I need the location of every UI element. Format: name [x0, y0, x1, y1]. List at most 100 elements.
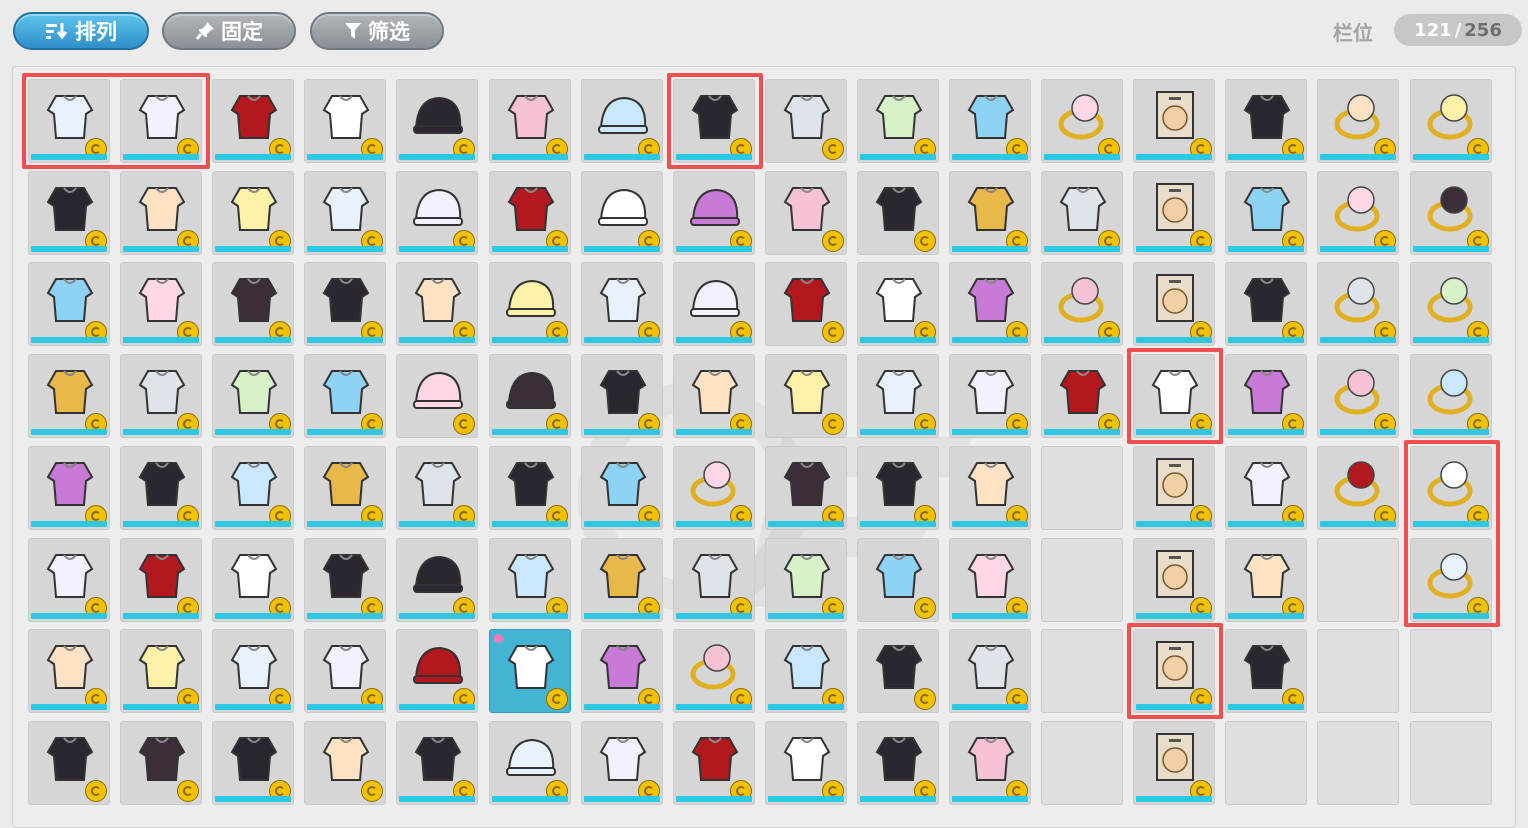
inventory-slot[interactable] [949, 170, 1031, 255]
inventory-slot[interactable] [580, 537, 663, 622]
inventory-slot[interactable] [1225, 354, 1308, 439]
inventory-slot[interactable] [672, 720, 755, 805]
inventory-slot[interactable] [1317, 445, 1400, 530]
inventory-slot[interactable] [28, 445, 110, 530]
inventory-slot[interactable] [120, 445, 203, 530]
inventory-slot[interactable] [28, 629, 110, 714]
inventory-slot[interactable] [1133, 170, 1216, 255]
inventory-slot[interactable] [1317, 354, 1400, 439]
inventory-slot[interactable] [856, 79, 939, 163]
inventory-slot[interactable] [1409, 445, 1492, 530]
pin-button[interactable]: 固定 [162, 12, 296, 50]
inventory-slot[interactable] [856, 720, 939, 805]
inventory-slot[interactable] [304, 537, 387, 622]
empty-slot[interactable] [1041, 537, 1124, 622]
inventory-slot[interactable] [1409, 262, 1492, 347]
inventory-slot[interactable] [304, 170, 387, 255]
inventory-slot[interactable] [672, 79, 755, 163]
inventory-slot[interactable] [672, 170, 755, 255]
inventory-slot[interactable] [764, 629, 847, 714]
inventory-slot[interactable] [1133, 629, 1216, 714]
inventory-slot[interactable] [672, 354, 755, 439]
inventory-slot[interactable] [764, 720, 847, 805]
inventory-slot[interactable] [1133, 720, 1216, 805]
inventory-slot[interactable] [1133, 79, 1216, 163]
inventory-slot[interactable] [304, 354, 387, 439]
inventory-slot[interactable] [764, 262, 847, 347]
inventory-slot[interactable] [580, 262, 663, 347]
inventory-slot[interactable] [1133, 354, 1216, 439]
inventory-slot[interactable] [396, 720, 479, 805]
empty-slot[interactable] [1317, 629, 1400, 714]
inventory-slot[interactable] [1409, 170, 1492, 255]
inventory-slot[interactable] [212, 445, 295, 530]
empty-slot[interactable] [1041, 720, 1124, 805]
empty-slot[interactable] [1409, 720, 1492, 805]
inventory-slot[interactable] [1225, 629, 1308, 714]
inventory-slot[interactable] [304, 629, 387, 714]
inventory-slot[interactable] [28, 537, 110, 622]
inventory-slot[interactable] [212, 537, 295, 622]
inventory-slot[interactable] [120, 537, 203, 622]
inventory-slot[interactable] [1409, 79, 1492, 163]
inventory-slot[interactable] [304, 445, 387, 530]
inventory-slot[interactable] [396, 537, 479, 622]
filter-button[interactable]: 筛选 [310, 12, 444, 50]
inventory-slot[interactable] [1041, 170, 1124, 255]
inventory-slot[interactable] [396, 629, 479, 714]
inventory-slot[interactable] [212, 170, 295, 255]
inventory-slot[interactable] [488, 720, 571, 805]
inventory-slot[interactable] [304, 262, 387, 347]
inventory-slot[interactable] [764, 170, 847, 255]
inventory-slot[interactable] [396, 354, 479, 439]
inventory-slot[interactable] [949, 79, 1031, 163]
inventory-slot[interactable] [120, 170, 203, 255]
inventory-slot[interactable] [949, 354, 1031, 439]
inventory-slot[interactable] [212, 79, 295, 163]
inventory-slot[interactable] [1041, 79, 1124, 163]
inventory-slot[interactable] [580, 720, 663, 805]
inventory-slot[interactable] [764, 79, 847, 163]
inventory-slot[interactable] [212, 629, 295, 714]
inventory-slot[interactable] [212, 720, 295, 805]
inventory-slot[interactable] [1133, 445, 1216, 530]
inventory-slot[interactable] [856, 629, 939, 714]
inventory-slot[interactable] [1225, 262, 1308, 347]
inventory-slot[interactable] [764, 445, 847, 530]
inventory-slot[interactable] [856, 262, 939, 347]
inventory-slot[interactable] [1317, 262, 1400, 347]
inventory-slot[interactable] [580, 354, 663, 439]
inventory-slot[interactable] [580, 445, 663, 530]
inventory-slot[interactable] [28, 720, 110, 805]
inventory-slot[interactable] [949, 445, 1031, 530]
inventory-slot[interactable] [304, 79, 387, 163]
inventory-slot[interactable] [304, 720, 387, 805]
inventory-slot[interactable] [580, 79, 663, 163]
inventory-slot[interactable] [488, 79, 571, 163]
inventory-slot[interactable] [1317, 79, 1400, 163]
inventory-slot[interactable] [120, 79, 203, 163]
inventory-slot[interactable] [488, 170, 571, 255]
inventory-slot[interactable] [672, 629, 755, 714]
inventory-slot[interactable] [396, 445, 479, 530]
inventory-slot[interactable] [1225, 445, 1308, 530]
inventory-slot[interactable] [1225, 537, 1308, 622]
inventory-slot[interactable] [672, 537, 755, 622]
inventory-slot[interactable] [1133, 262, 1216, 347]
inventory-slot[interactable] [1133, 537, 1216, 622]
empty-slot[interactable] [1041, 629, 1124, 714]
inventory-slot[interactable] [764, 354, 847, 439]
inventory-slot[interactable] [1225, 79, 1308, 163]
inventory-slot[interactable] [856, 445, 939, 530]
inventory-slot[interactable] [672, 262, 755, 347]
inventory-slot[interactable] [488, 629, 571, 714]
inventory-slot[interactable] [1041, 354, 1124, 439]
empty-slot[interactable] [1317, 537, 1400, 622]
inventory-slot[interactable] [1409, 354, 1492, 439]
inventory-slot[interactable] [1041, 262, 1124, 347]
inventory-slot[interactable] [856, 354, 939, 439]
inventory-slot[interactable] [396, 79, 479, 163]
inventory-slot[interactable] [488, 354, 571, 439]
inventory-slot[interactable] [488, 445, 571, 530]
empty-slot[interactable] [1041, 445, 1124, 530]
